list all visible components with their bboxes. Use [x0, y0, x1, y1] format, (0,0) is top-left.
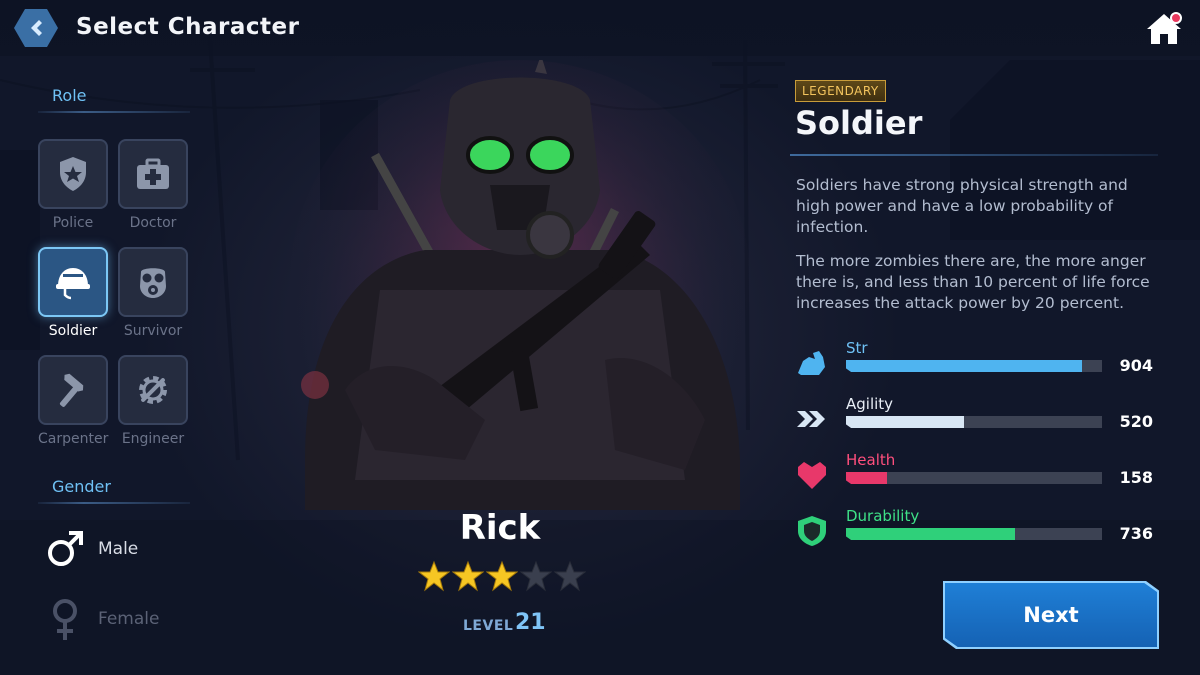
double-chevron-icon	[797, 411, 825, 427]
page-title: Select Character	[76, 14, 300, 40]
stat-row-str: Str 904	[795, 339, 1155, 383]
star-empty-icon	[520, 560, 552, 592]
role-label: Police	[52, 215, 94, 231]
male-symbol-icon	[48, 531, 83, 566]
level-label: LEVEL	[463, 618, 514, 634]
divider	[790, 154, 1158, 156]
star-filled-icon	[418, 560, 450, 592]
star-empty-icon	[554, 560, 586, 592]
gender-label: Male	[98, 539, 139, 559]
stat-row-health: Health 158	[795, 451, 1155, 495]
character-portrait	[290, 60, 750, 510]
police-badge-icon	[60, 157, 86, 191]
gear-wrench-icon	[139, 376, 167, 404]
gas-mask-icon	[140, 268, 166, 298]
stat-bar	[846, 360, 1102, 372]
character-name: Rick	[459, 508, 541, 548]
stat-bar	[846, 528, 1102, 540]
notification-badge	[1170, 12, 1182, 24]
stat-row-durability: Durability 736	[795, 507, 1155, 551]
stat-value: 520	[1119, 412, 1153, 431]
role-label: Doctor	[129, 215, 177, 231]
role-tile-survivor[interactable]: Survivor	[118, 247, 190, 347]
level-value: 21	[515, 610, 546, 635]
role-label: Carpenter	[38, 431, 109, 447]
stat-bar	[846, 416, 1102, 428]
gender-label: Female	[98, 609, 160, 629]
divider	[38, 502, 190, 504]
medical-kit-icon	[137, 158, 169, 189]
heart-icon	[798, 462, 826, 489]
chevron-left-icon	[31, 20, 42, 36]
hammer-icon	[59, 373, 84, 407]
stat-label: Agility	[846, 395, 894, 413]
stat-value: 158	[1119, 468, 1153, 487]
class-description: Soldiers have strong physical strength a…	[796, 176, 1128, 236]
strength-arm-icon	[798, 351, 825, 375]
divider	[38, 111, 190, 113]
gender-option-male[interactable]: Male	[44, 524, 184, 574]
stat-value: 904	[1119, 356, 1153, 375]
stat-bar	[846, 472, 1102, 484]
stat-label: Health	[846, 451, 896, 469]
role-label: Survivor	[123, 323, 183, 339]
role-label: Engineer	[121, 431, 185, 447]
star-filled-icon	[486, 560, 518, 592]
gender-section-label: Gender	[52, 477, 111, 496]
role-tile-police[interactable]: Police	[38, 139, 110, 239]
star-rating	[418, 560, 588, 600]
next-button[interactable]: Next	[945, 583, 1157, 647]
class-name: Soldier	[795, 104, 923, 142]
role-tile-soldier[interactable]: Soldier	[38, 247, 110, 347]
stat-row-agility: Agility 520	[795, 395, 1155, 439]
shield-icon	[798, 516, 826, 546]
role-label: Soldier	[48, 323, 98, 339]
stat-value: 736	[1119, 524, 1153, 543]
gender-section-header: Gender	[38, 474, 190, 504]
role-tile-carpenter[interactable]: Carpenter	[38, 355, 110, 455]
gender-option-female[interactable]: Female	[44, 594, 184, 644]
star-filled-icon	[452, 560, 484, 592]
role-section-header: Role	[38, 83, 190, 113]
female-symbol-icon	[53, 599, 77, 640]
role-section-label: Role	[52, 86, 87, 105]
helmet-icon	[56, 268, 90, 300]
rarity-badge: LEGENDARY	[795, 80, 886, 102]
stat-label: Str	[846, 339, 868, 357]
stat-label: Durability	[846, 507, 920, 525]
role-tile-doctor[interactable]: Doctor	[118, 139, 190, 239]
class-ability-description: The more zombies there are, the more ang…	[796, 252, 1150, 312]
role-tile-engineer[interactable]: Engineer	[118, 355, 190, 455]
